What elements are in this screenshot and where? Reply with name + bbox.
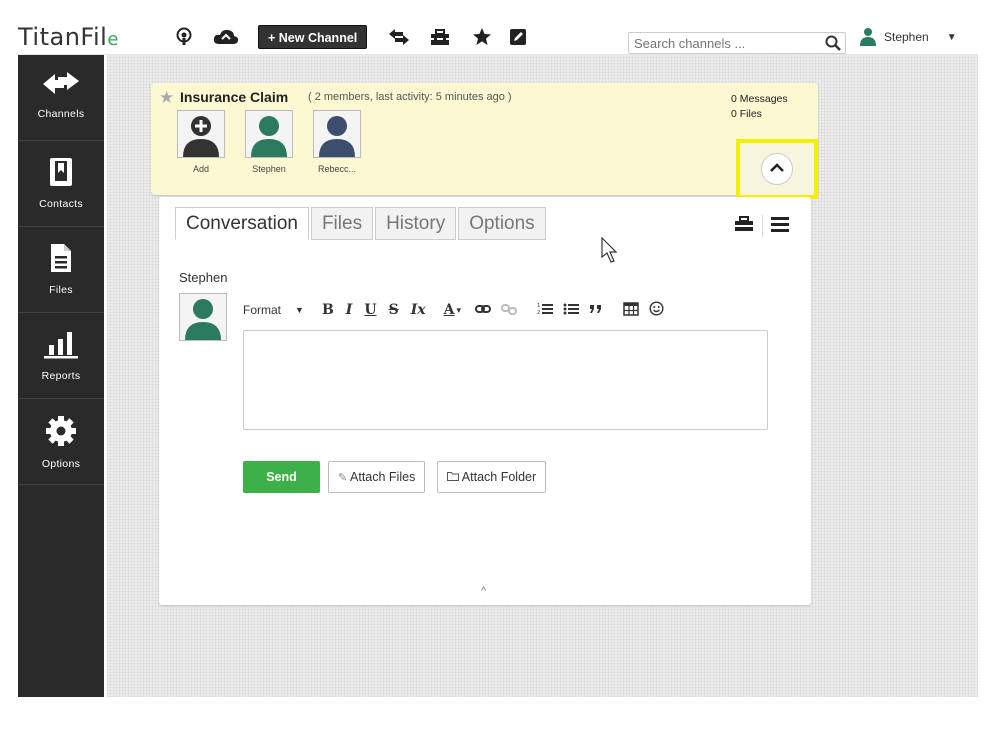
chevron-down-icon[interactable]: ▼ [295, 305, 304, 315]
logo-swirl: e [107, 29, 119, 50]
attach-folder-button[interactable]: Attach Folder [437, 461, 547, 493]
sidebar: Channels Contacts Files Reports Options [18, 55, 104, 697]
italic-button[interactable]: I [346, 302, 353, 318]
caret-down-icon[interactable]: ▼ [947, 32, 957, 43]
files-count: 0 Files [731, 108, 762, 120]
new-channel-button[interactable]: + New Channel [258, 25, 368, 49]
sidebar-item-label: Options [41, 458, 81, 470]
numbered-list-icon[interactable]: 12 [537, 302, 553, 319]
search-input[interactable] [629, 33, 814, 53]
logo-text: TitanFil [18, 23, 108, 51]
table-icon[interactable] [623, 301, 639, 319]
sidebar-item-contacts[interactable]: Contacts [18, 141, 104, 227]
search-icon[interactable] [824, 34, 842, 52]
emoji-icon[interactable] [649, 301, 664, 319]
member-name: Add [192, 164, 209, 174]
bullet-list-icon[interactable] [563, 302, 579, 319]
svg-text:2: 2 [537, 310, 540, 316]
editor-toolbar: Format ▼ B I U S Ix A ▾ 12 [243, 301, 664, 319]
toolbox-icon[interactable] [429, 26, 451, 48]
member-name: Stephen [252, 164, 286, 174]
format-dropdown[interactable]: Format [243, 303, 281, 317]
member-name: Rebecc... [317, 164, 357, 174]
composer-user-name: Stephen [179, 270, 228, 285]
sidebar-item-channels[interactable]: Channels [18, 55, 104, 141]
tab-bar: Conversation Files History Options [175, 207, 548, 240]
folder-icon [447, 470, 462, 484]
svg-text:1: 1 [537, 303, 540, 309]
tab-history[interactable]: History [375, 207, 457, 240]
sidebar-item-files[interactable]: Files [18, 227, 104, 313]
contacts-book-icon [49, 157, 73, 192]
caret-up-icon[interactable]: ^ [481, 585, 486, 597]
avatar [313, 110, 361, 158]
paperclip-icon: ✎ [338, 472, 348, 484]
channel-stats: 0 Messages 0 Files [731, 93, 806, 123]
add-member-button[interactable]: Add [171, 110, 231, 174]
mouse-cursor-icon [601, 236, 621, 270]
tab-conversation[interactable]: Conversation [175, 207, 309, 240]
attach-files-label: Attach Files [350, 470, 416, 484]
chevron-up-icon [770, 160, 784, 178]
strikethrough-button[interactable]: S [389, 302, 399, 318]
clear-format-button[interactable]: Ix [411, 302, 426, 318]
collapse-button[interactable] [761, 153, 793, 185]
tab-options[interactable]: Options [458, 207, 546, 240]
text-color-button[interactable]: A [444, 302, 455, 318]
conversation-panel: Conversation Files History Options Steph… [159, 197, 811, 605]
user-icon [858, 25, 878, 49]
star-icon[interactable] [471, 26, 493, 48]
channel-name[interactable]: Insurance Claim [180, 89, 288, 105]
member-rebecca[interactable]: Rebecc... [307, 110, 367, 174]
sidebar-item-label: Channels [37, 108, 85, 120]
attach-files-button[interactable]: ✎ Attach Files [328, 461, 426, 493]
search-box [628, 32, 846, 54]
underline-button[interactable]: U [364, 302, 376, 318]
app-window: TitanFile + New Channel Search channels … [18, 20, 978, 697]
main-area: ★ Insurance Claim ( 2 members, last acti… [107, 55, 978, 697]
sidebar-item-label: Contacts [39, 198, 83, 210]
podcast-icon[interactable] [173, 26, 195, 48]
attach-folder-label: Attach Folder [461, 470, 537, 484]
divider [762, 215, 763, 237]
file-icon [50, 243, 72, 278]
add-user-icon [177, 110, 225, 158]
collapse-highlight [736, 139, 818, 199]
edit-icon[interactable] [507, 26, 529, 48]
user-name: Stephen [884, 30, 929, 44]
top-bar: TitanFile + New Channel Search channels … [18, 20, 978, 55]
unlink-icon[interactable] [501, 303, 517, 318]
exchange-icon[interactable] [387, 26, 411, 48]
sidebar-item-label: Files [49, 284, 73, 296]
exchange-icon [42, 71, 80, 102]
channel-meta: ( 2 members, last activity: 5 minutes ag… [308, 91, 512, 103]
chevron-down-icon[interactable]: ▾ [456, 305, 461, 316]
user-menu[interactable]: Stephen ▼ [858, 25, 957, 49]
member-stephen[interactable]: Stephen [239, 110, 299, 174]
avatar [245, 110, 293, 158]
sidebar-item-label: Reports [41, 370, 81, 382]
send-button[interactable]: Send [243, 461, 320, 493]
quote-icon[interactable] [589, 303, 603, 317]
message-editor[interactable] [243, 330, 768, 430]
sidebar-item-reports[interactable]: Reports [18, 313, 104, 399]
menu-icon[interactable] [771, 216, 789, 237]
bar-chart-icon [43, 329, 79, 364]
gear-icon [45, 415, 77, 452]
star-icon[interactable]: ★ [159, 88, 174, 108]
tab-files[interactable]: Files [310, 207, 374, 240]
bold-button[interactable]: B [322, 302, 334, 318]
channel-header: ★ Insurance Claim ( 2 members, last acti… [151, 83, 818, 199]
avatar [179, 293, 227, 341]
link-icon[interactable] [475, 303, 491, 317]
sidebar-item-options[interactable]: Options [18, 399, 104, 485]
logo[interactable]: TitanFile [18, 23, 119, 51]
cloud-upload-icon[interactable] [213, 26, 239, 48]
messages-count: 0 Messages [731, 93, 788, 105]
toolbox-icon[interactable] [734, 215, 754, 237]
panel-tools [734, 215, 789, 237]
